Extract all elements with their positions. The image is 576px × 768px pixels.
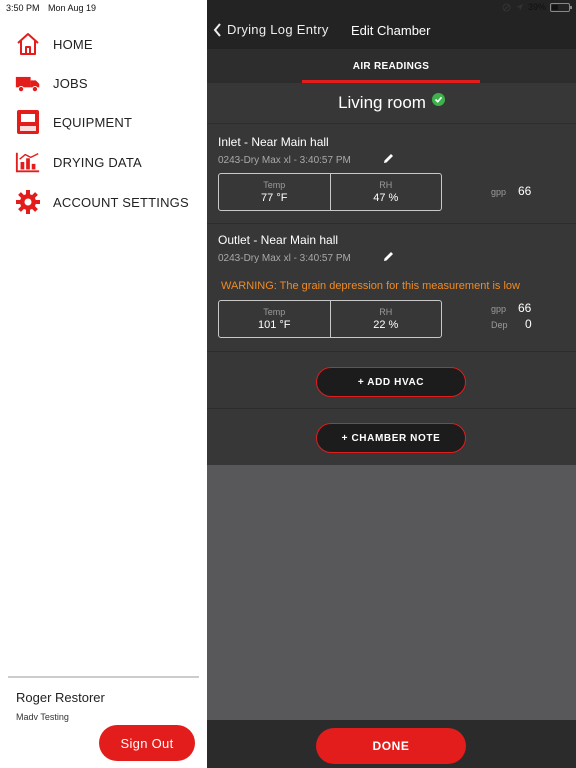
sidebar-item-drying-data[interactable]: DRYING DATA (15, 148, 205, 176)
sidebar-item-label: JOBS (53, 75, 88, 91)
dehumidifier-icon (15, 109, 41, 135)
chevron-left-icon (213, 22, 221, 37)
status-date: Mon Aug 19 (48, 3, 97, 13)
sidebar-item-jobs[interactable]: JOBS (15, 69, 205, 97)
sidebar: HOME JOBS EQUIPMENT DRYING DATA ACCOUNT … (0, 0, 207, 768)
main-panel: Drying Log Entry Edit Chamber AIR READIN… (207, 0, 576, 768)
sidebar-item-home[interactable]: HOME (15, 30, 205, 58)
divider (207, 351, 576, 352)
outlet-temp-cell[interactable]: Temp 101 °F (219, 301, 330, 337)
rh-label: RH (379, 180, 393, 190)
temp-value: 101 °F (257, 319, 291, 331)
divider (207, 123, 576, 124)
page-title: Edit Chamber (351, 23, 431, 38)
reading-equipment-outlet: 0243-Dry Max xl - 3:40:57 PM (218, 253, 351, 264)
sign-out-button[interactable]: Sign Out (99, 725, 195, 761)
dep-value: 0 (525, 317, 532, 331)
check-circle-icon (431, 93, 445, 106)
chamber-name: Living room (338, 93, 426, 112)
back-button[interactable]: Drying Log Entry (213, 22, 329, 37)
status-time: 3:50 PM (6, 3, 40, 13)
gpp-label: gpp (491, 304, 507, 314)
user-name: Roger Restorer (16, 690, 105, 705)
inlet-reading-box: Temp 77 °F RH 47 % (218, 173, 442, 211)
location-icon (515, 3, 523, 11)
add-hvac-button[interactable]: + ADD HVAC (316, 367, 466, 397)
gpp-value: 66 (518, 301, 532, 315)
pencil-icon[interactable] (382, 152, 395, 170)
inlet-temp-cell[interactable]: Temp 77 °F (219, 174, 330, 210)
outlet-rh-cell[interactable]: RH 22 % (329, 301, 442, 337)
gear-icon (15, 189, 41, 215)
chamber-note-button[interactable]: + CHAMBER NOTE (316, 423, 466, 453)
rh-label: RH (379, 307, 393, 317)
chamber-title: Living room (207, 93, 576, 113)
tab-bar: AIR READINGS (207, 49, 576, 83)
grain-depression-warning: WARNING: The grain depression for this m… (221, 280, 520, 292)
temp-label: Temp (263, 180, 286, 190)
done-button[interactable]: DONE (316, 728, 466, 764)
sidebar-item-label: DRYING DATA (53, 154, 142, 170)
gpp-label: gpp (491, 187, 507, 197)
sidebar-item-label: ACCOUNT SETTINGS (53, 194, 189, 210)
sidebar-item-equipment[interactable]: EQUIPMENT (15, 108, 205, 136)
air-readings-content: Living room Inlet - Near Main hall 0243-… (207, 83, 576, 465)
rh-value: 47 % (373, 192, 399, 204)
reading-name-inlet: Inlet - Near Main hall (218, 135, 329, 149)
dep-label: Dep (491, 320, 508, 330)
sidebar-divider (8, 676, 199, 678)
status-indicators: 39% (502, 2, 572, 12)
reading-equipment-inlet: 0243-Dry Max xl - 3:40:57 PM (218, 155, 351, 166)
home-icon (15, 31, 41, 57)
battery-icon (550, 2, 572, 12)
footer: DONE (207, 720, 576, 768)
gpp-value: 66 (518, 184, 532, 198)
back-button-label: Drying Log Entry (227, 22, 329, 37)
temp-label: Temp (263, 307, 286, 317)
chart-icon (15, 149, 41, 175)
temp-value: 77 °F (261, 192, 288, 204)
outlet-reading-box: Temp 101 °F RH 22 % (218, 300, 442, 338)
reading-name-outlet: Outlet - Near Main hall (218, 233, 339, 247)
sidebar-item-label: HOME (53, 36, 93, 52)
truck-icon (15, 70, 41, 96)
sidebar-item-account-settings[interactable]: ACCOUNT SETTINGS (15, 188, 205, 216)
inlet-rh-cell[interactable]: RH 47 % (329, 174, 442, 210)
user-organization: Madv Testing (16, 712, 69, 722)
do-not-disturb-icon (502, 3, 511, 11)
rh-value: 22 % (373, 319, 399, 331)
pencil-icon[interactable] (382, 250, 395, 268)
sidebar-item-label: EQUIPMENT (53, 114, 133, 130)
divider (207, 223, 576, 224)
tab-air-readings[interactable]: AIR READINGS (302, 49, 480, 83)
divider (207, 408, 576, 409)
status-bar: 3:50 PM Mon Aug 19 39% (0, 0, 576, 16)
battery-percentage: 39% (527, 2, 546, 12)
